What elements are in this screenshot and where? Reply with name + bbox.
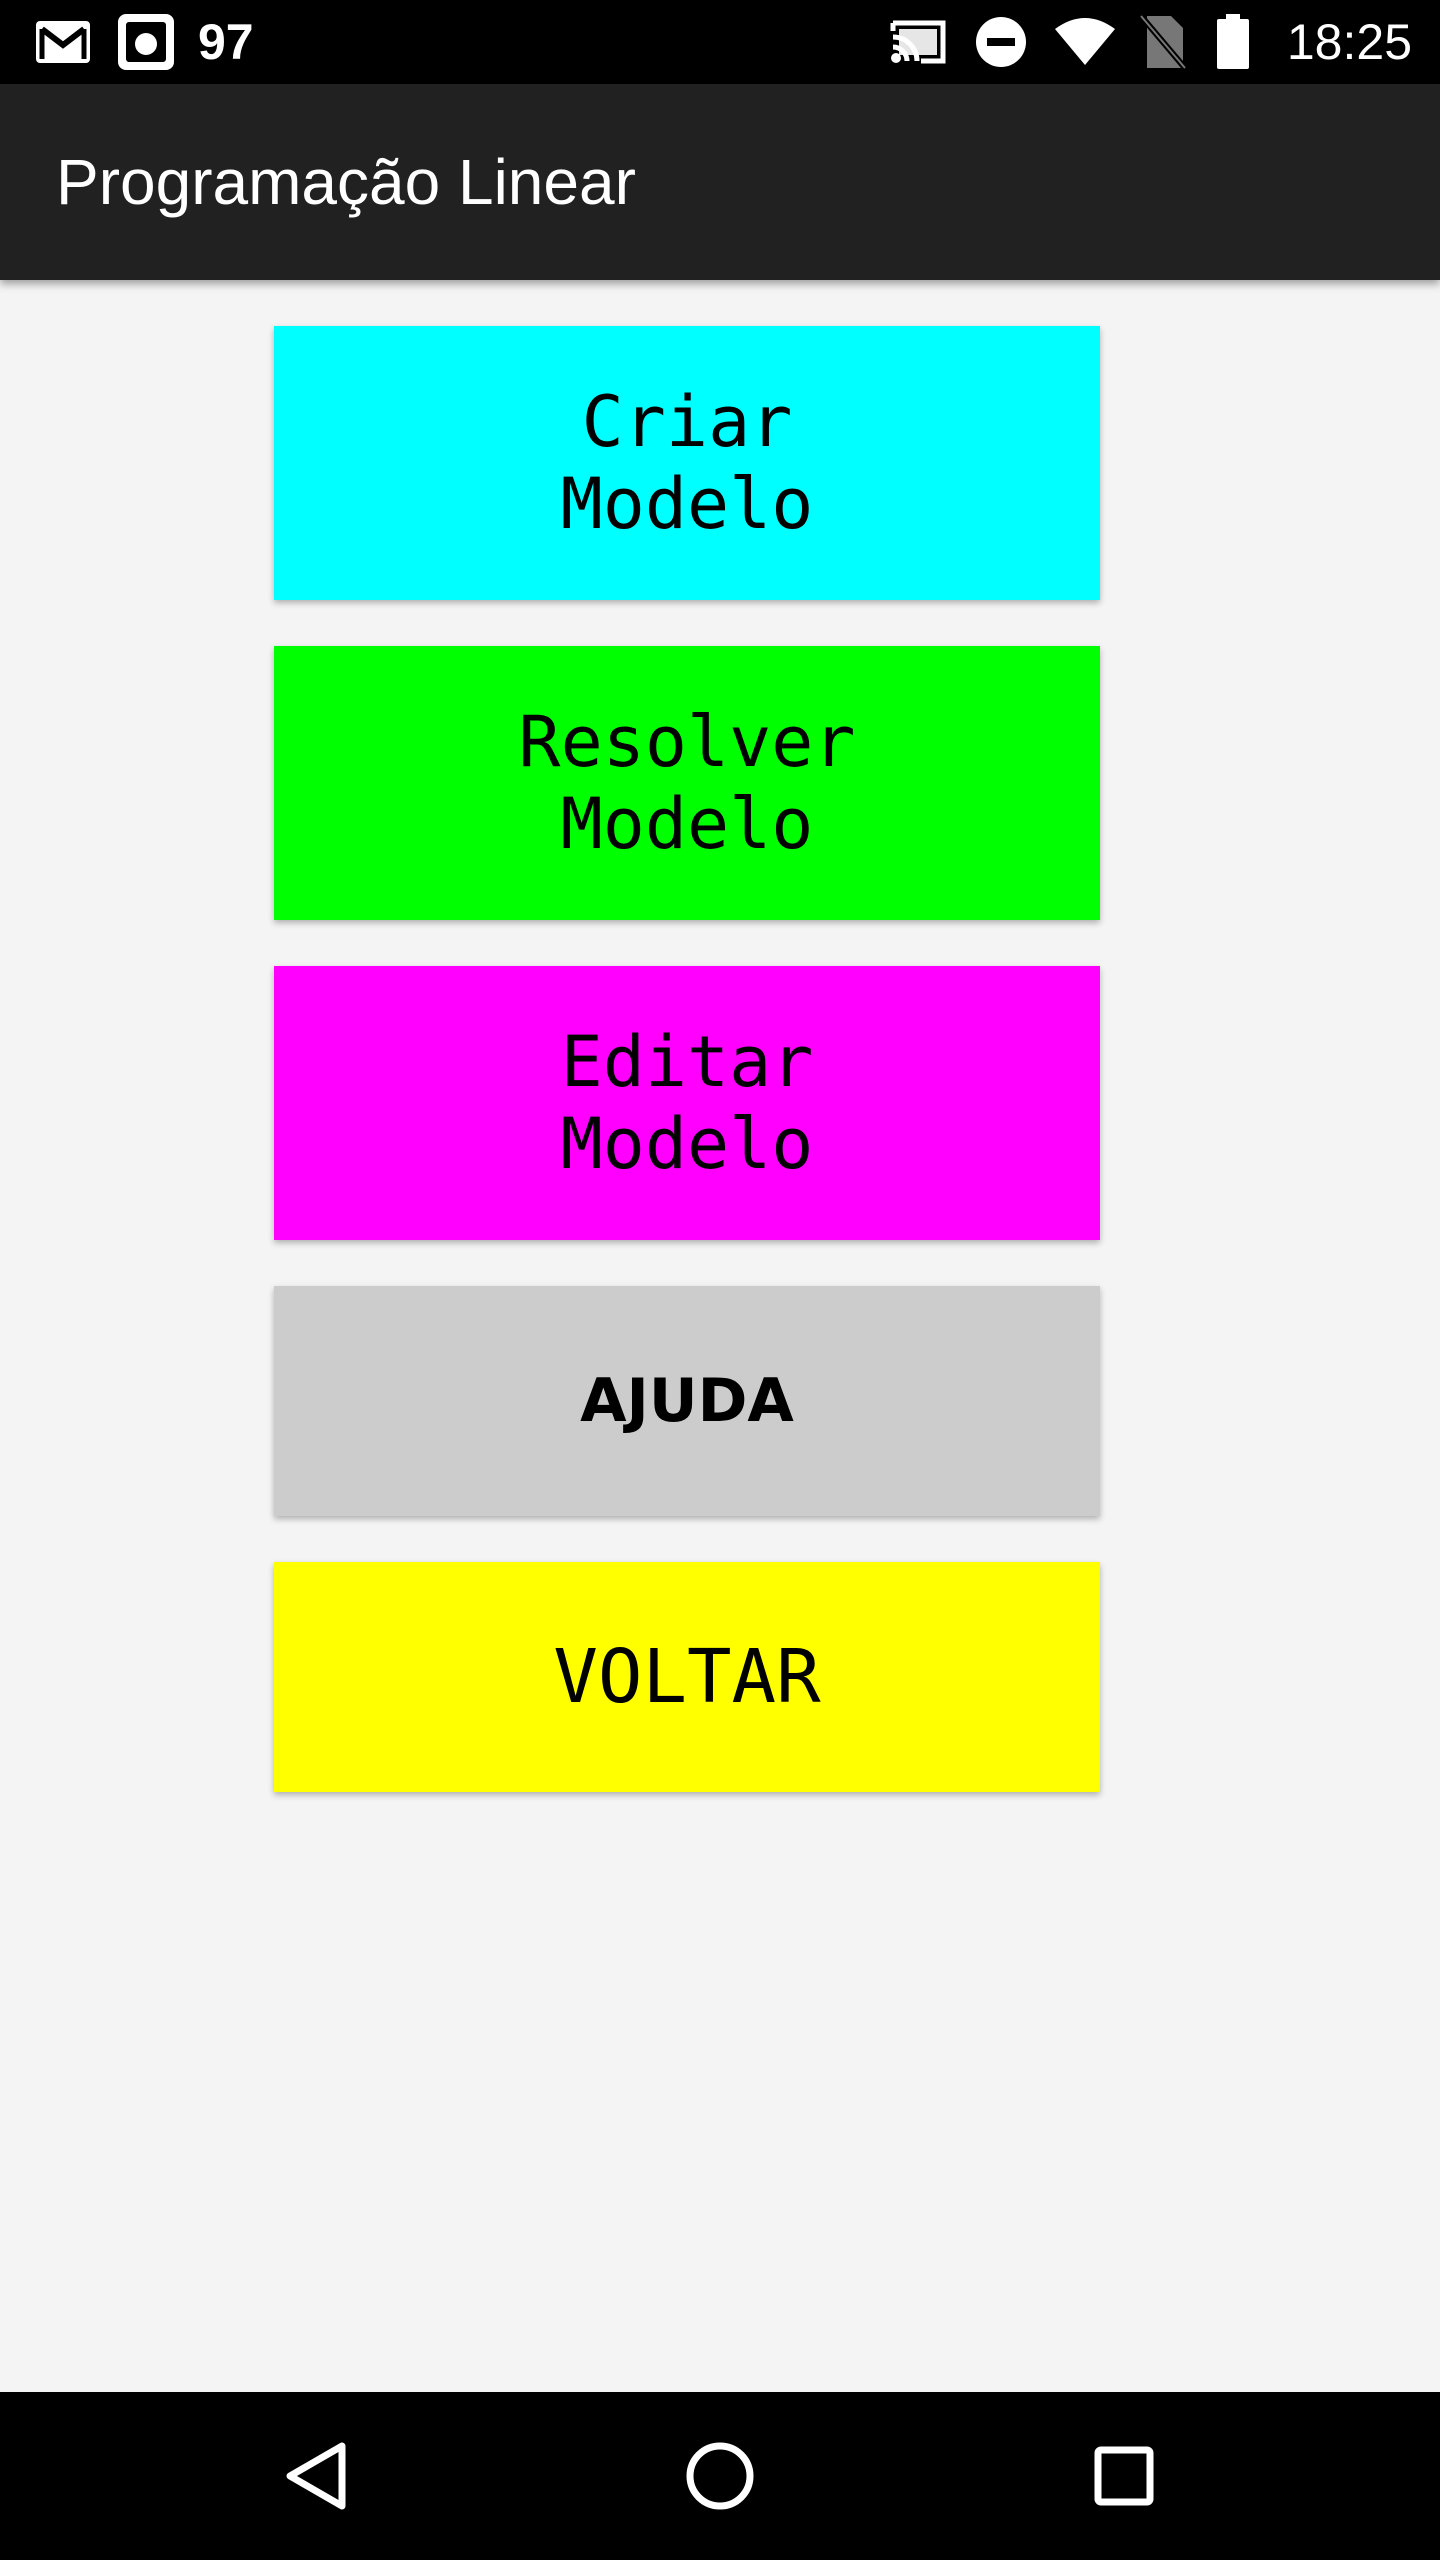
photo-icon xyxy=(116,12,176,72)
gmail-icon xyxy=(36,21,90,63)
ajuda-button[interactable]: AJUDA xyxy=(274,1286,1100,1516)
status-bar-left: 97 xyxy=(36,0,254,84)
recents-icon xyxy=(1094,2446,1154,2506)
status-bar-right: 18:25 xyxy=(889,0,1412,84)
back-icon xyxy=(284,2441,348,2511)
do-not-disturb-icon xyxy=(975,16,1027,68)
notification-count: 97 xyxy=(198,14,254,70)
navigation-bar xyxy=(0,2392,1440,2560)
voltar-button[interactable]: VOLTAR xyxy=(274,1562,1100,1792)
criar-modelo-button[interactable]: Criar Modelo xyxy=(274,326,1100,600)
wifi-icon xyxy=(1053,17,1117,67)
status-bar: 97 18:25 xyxy=(0,0,1440,84)
main-content: Criar Modelo Resolver Modelo Editar Mode… xyxy=(0,280,1440,2392)
voltar-label: VOLTAR xyxy=(553,1634,821,1720)
resolver-modelo-button[interactable]: Resolver Modelo xyxy=(274,646,1100,920)
cast-icon xyxy=(889,19,947,65)
no-sim-icon xyxy=(1138,14,1187,70)
home-icon xyxy=(685,2441,755,2511)
criar-modelo-label: Criar Modelo xyxy=(560,381,814,545)
recents-button[interactable] xyxy=(1040,2392,1208,2560)
resolver-modelo-label: Resolver Modelo xyxy=(518,701,856,865)
editar-modelo-label: Editar Modelo xyxy=(560,1021,814,1185)
battery-icon xyxy=(1215,14,1251,70)
editar-modelo-button[interactable]: Editar Modelo xyxy=(274,966,1100,1240)
clock: 18:25 xyxy=(1286,14,1412,70)
home-button[interactable] xyxy=(636,2392,804,2560)
ajuda-label: AJUDA xyxy=(580,1366,794,1436)
app-bar: Programação Linear xyxy=(0,84,1440,280)
back-button[interactable] xyxy=(232,2392,400,2560)
app-title: Programação Linear xyxy=(56,146,636,218)
